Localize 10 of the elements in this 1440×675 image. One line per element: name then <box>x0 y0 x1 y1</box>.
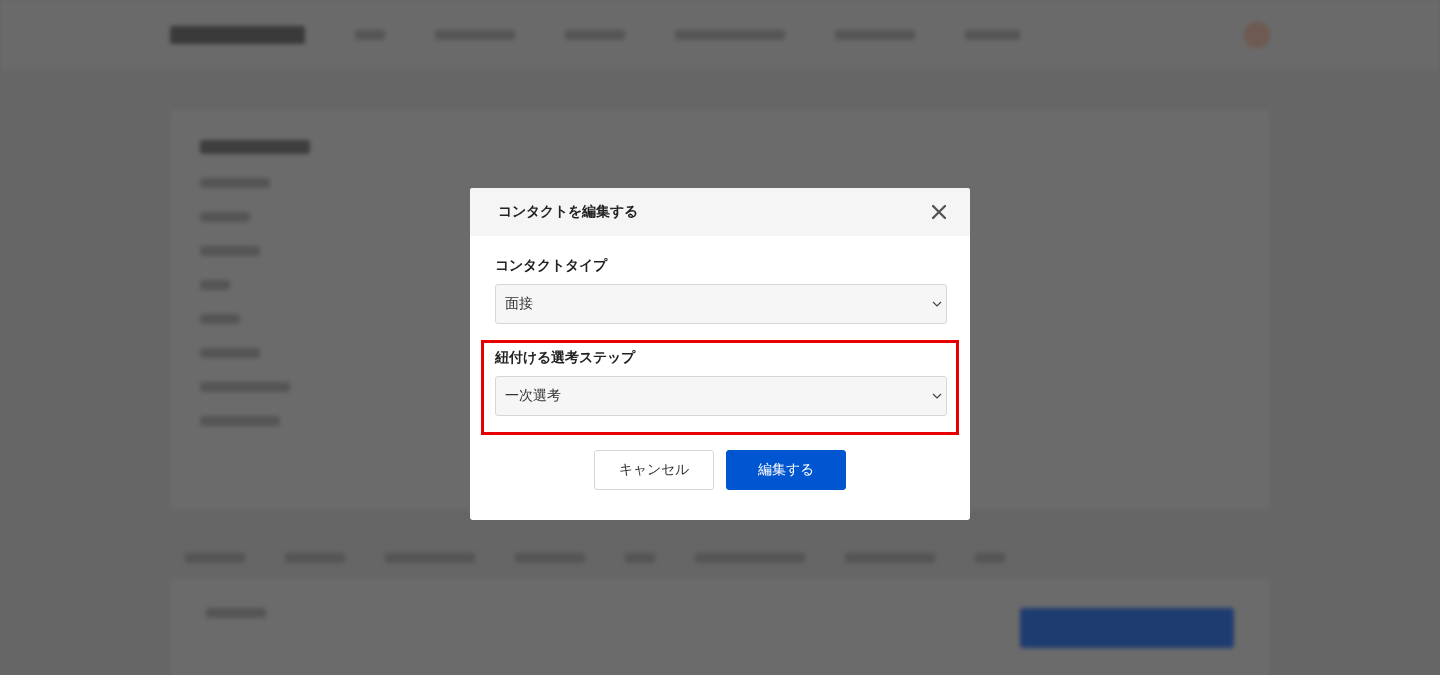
select-field[interactable]: 一次選考 <box>495 376 947 416</box>
field-label: 紐付ける選考ステップ <box>495 349 637 367</box>
edit-button[interactable]: 編集する <box>726 450 846 490</box>
close-icon[interactable] <box>932 205 946 219</box>
field-label: コンタクトタイプ <box>495 257 609 275</box>
select-field[interactable]: 面接 <box>495 284 947 324</box>
cancel-button[interactable]: キャンセル <box>594 450 714 490</box>
chevron-down-icon <box>932 301 942 307</box>
chevron-down-icon <box>932 393 942 399</box>
dialog-title: コンタクトを編集する <box>498 203 638 221</box>
